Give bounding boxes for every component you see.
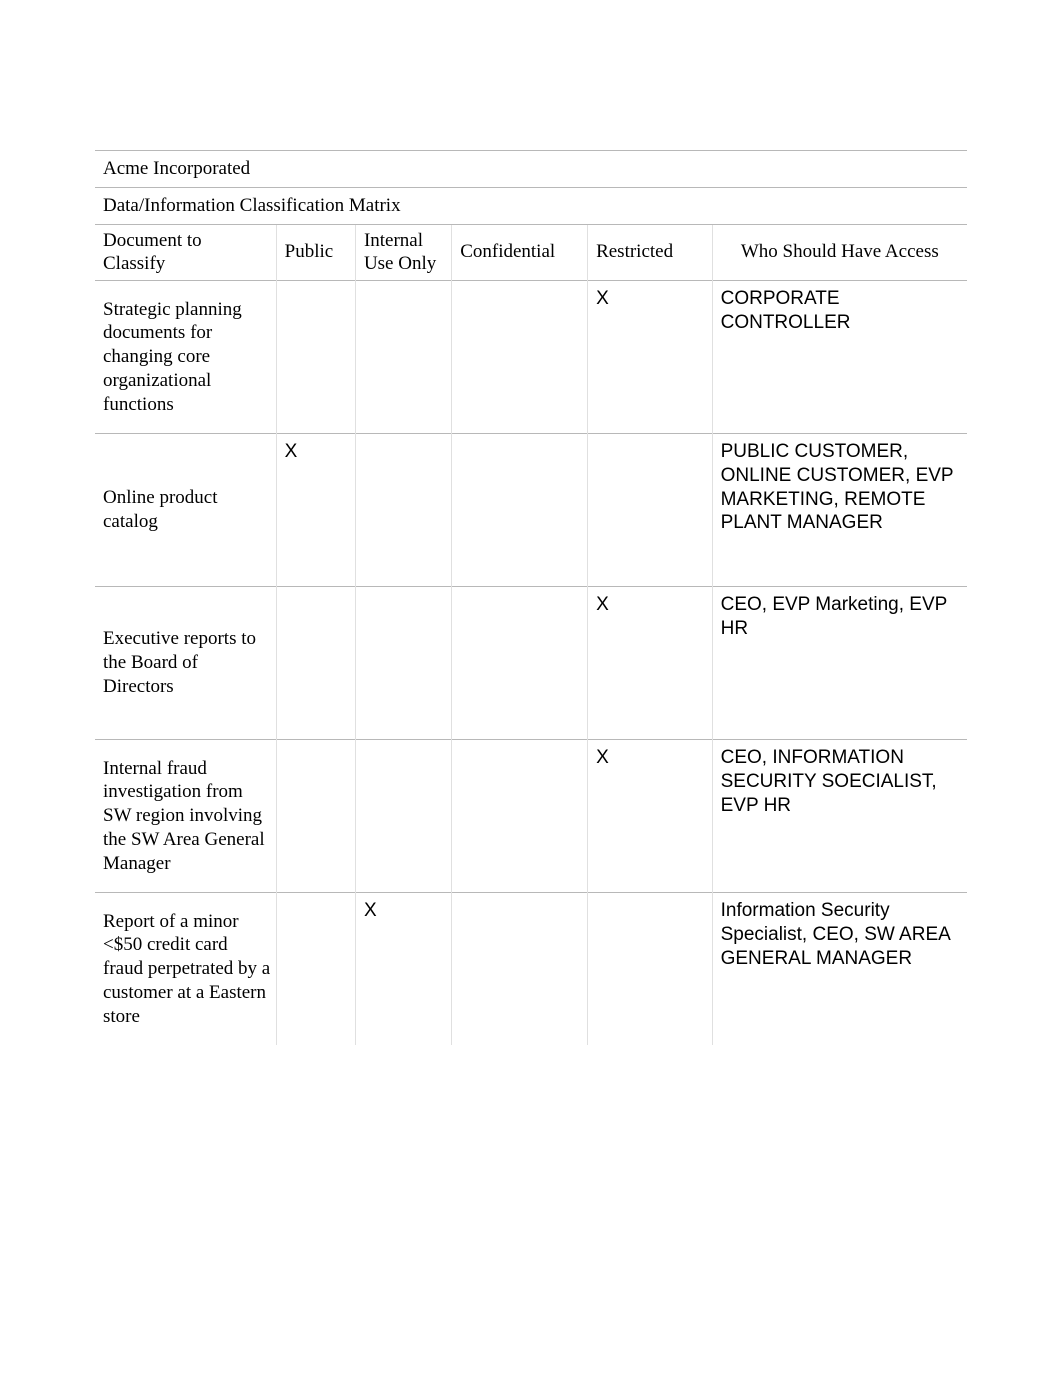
confidential-cell <box>452 281 588 434</box>
matrix-subtitle: Data/Information Classification Matrix <box>95 187 967 224</box>
doc-cell: Online product catalog <box>95 434 276 587</box>
who-cell: Information Security Specialist, CEO, SW… <box>712 893 967 1046</box>
public-cell <box>276 740 355 893</box>
confidential-cell <box>452 893 588 1046</box>
company-row: Acme Incorporated <box>95 151 967 188</box>
who-cell: CORPORATE CONTROLLER <box>712 281 967 434</box>
doc-cell: Internal fraud investigation from SW reg… <box>95 740 276 893</box>
table-row: Internal fraud investigation from SW reg… <box>95 740 967 893</box>
header-confidential: Confidential <box>452 224 588 281</box>
internal-cell <box>355 740 451 893</box>
header-row: Document to Classify Public Internal Use… <box>95 224 967 281</box>
public-cell: X <box>276 434 355 587</box>
header-public: Public <box>276 224 355 281</box>
document-page: Acme Incorporated Data/Information Class… <box>0 0 1062 1377</box>
who-cell: CEO, INFORMATION SECURITY SOECIALIST, EV… <box>712 740 967 893</box>
internal-cell <box>355 281 451 434</box>
classification-matrix-table: Acme Incorporated Data/Information Class… <box>95 150 967 1045</box>
public-cell <box>276 281 355 434</box>
company-name: Acme Incorporated <box>95 151 967 188</box>
restricted-cell: X <box>588 740 713 893</box>
who-cell: CEO, EVP Marketing, EVP HR <box>712 587 967 740</box>
header-document: Document to Classify <box>95 224 276 281</box>
restricted-cell <box>588 893 713 1046</box>
public-cell <box>276 893 355 1046</box>
confidential-cell <box>452 587 588 740</box>
header-who: Who Should Have Access <box>712 224 967 281</box>
table-row: Executive reports to the Board of Direct… <box>95 587 967 740</box>
table-row: Online product catalog X PUBLIC CUSTOMER… <box>95 434 967 587</box>
public-cell <box>276 587 355 740</box>
subtitle-row: Data/Information Classification Matrix <box>95 187 967 224</box>
table-row: Report of a minor <$50 credit card fraud… <box>95 893 967 1046</box>
confidential-cell <box>452 740 588 893</box>
doc-cell: Report of a minor <$50 credit card fraud… <box>95 893 276 1046</box>
internal-cell: X <box>355 893 451 1046</box>
confidential-cell <box>452 434 588 587</box>
table-row: Strategic planning documents for changin… <box>95 281 967 434</box>
who-cell: PUBLIC CUSTOMER, ONLINE CUSTOMER, EVP MA… <box>712 434 967 587</box>
restricted-cell: X <box>588 281 713 434</box>
doc-cell: Strategic planning documents for changin… <box>95 281 276 434</box>
header-internal: Internal Use Only <box>355 224 451 281</box>
restricted-cell: X <box>588 587 713 740</box>
restricted-cell <box>588 434 713 587</box>
internal-cell <box>355 434 451 587</box>
internal-cell <box>355 587 451 740</box>
doc-cell: Executive reports to the Board of Direct… <box>95 587 276 740</box>
header-restricted: Restricted <box>588 224 713 281</box>
